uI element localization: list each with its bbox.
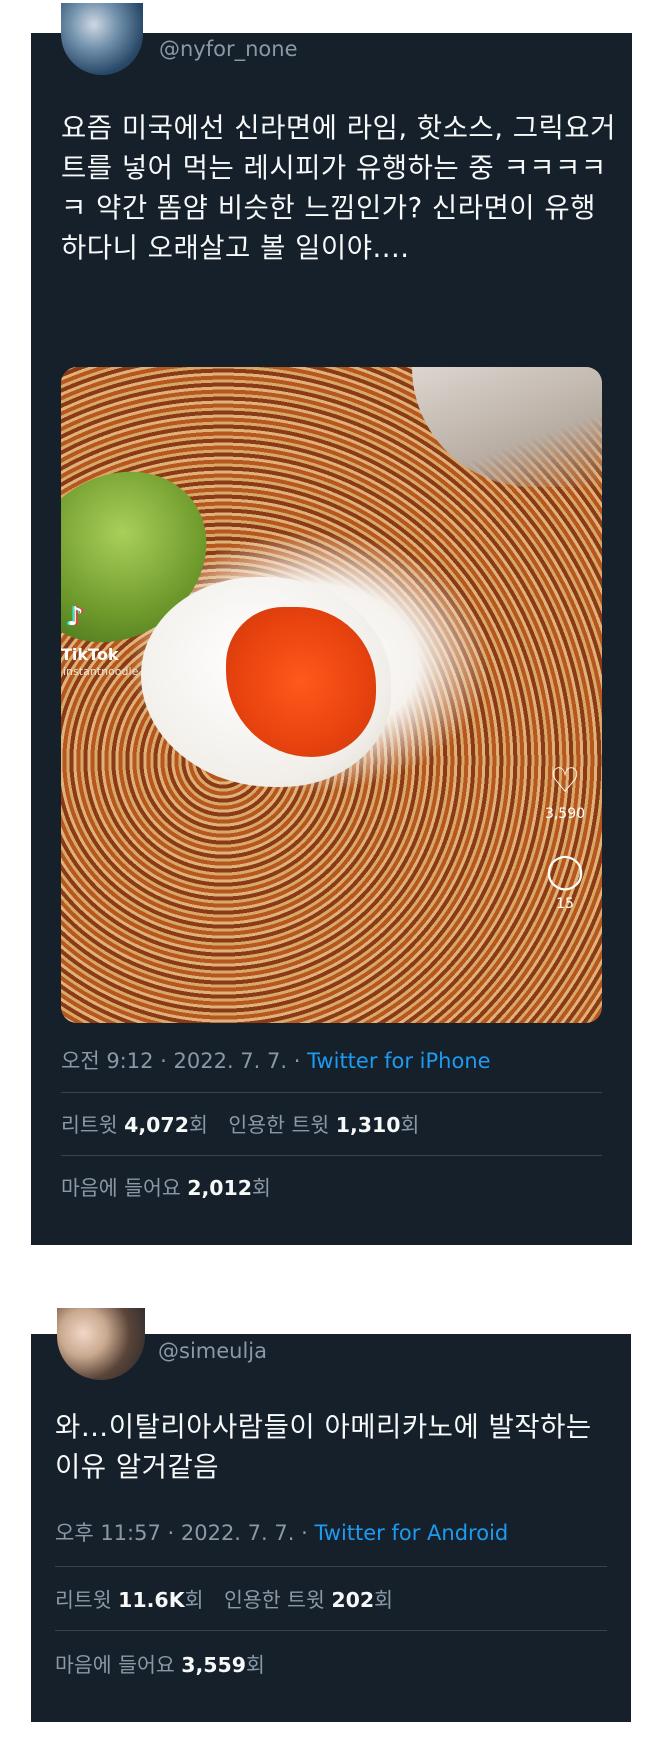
likes-suffix: 회 [246,1653,265,1677]
tweet-card-1[interactable]: @nyfor_none 요즘 미국에선 신라면에 라임, 핫소스, 그릭요거트를… [31,3,632,1245]
likes-stat[interactable]: 마음에 들어요 2,012회 [61,1171,271,1201]
video-like-button[interactable]: ♡ 3,590 [542,762,588,822]
tiktok-watermark: TikTok [61,645,119,664]
likes-label: 마음에 들어요 [61,1176,188,1200]
tiktok-logo-icon: ♪ [67,602,84,632]
retweet-count: 11.6K [118,1588,185,1612]
tweet-timestamp[interactable]: 오전 9:12 · 2022. 7. 7. · [61,1049,307,1073]
tweet-meta: 오후 11:57 · 2022. 7. 7. · Twitter for And… [55,1517,508,1547]
tweet-card-2[interactable]: @simeulja 와…이탈리아사람들이 아메리카노에 발작하는 이유 알거같음… [31,1308,631,1722]
likes-suffix: 회 [252,1176,271,1200]
tiktok-username: instantnoodle [63,665,139,678]
quote-suffix: 회 [400,1113,420,1137]
likes-label: 마음에 들어요 [55,1653,182,1677]
quote-label: 인용한 트윗 [223,1588,332,1612]
tweet-text: 와…이탈리아사람들이 아메리카노에 발작하는 이유 알거같음 [55,1411,601,1483]
retweet-stats-row: 리트윗 11.6K회 인용한 트윗 202회 [55,1583,393,1613]
video-comment-button[interactable]: ◯ 15 [542,852,588,912]
tweet-source-link[interactable]: Twitter for Android [314,1521,508,1545]
likes-stat[interactable]: 마음에 들어요 3,559회 [55,1648,265,1678]
quote-tweet-stat[interactable]: 인용한 트윗 202회 [224,1588,393,1612]
retweet-stats-row: 리트윗 4,072회 인용한 트윗 1,310회 [61,1108,419,1138]
divider [61,1092,602,1093]
likes-count: 3,559 [181,1653,247,1677]
tweet-timestamp[interactable]: 오후 11:57 · 2022. 7. 7. · [55,1521,314,1545]
quote-tweet-stat[interactable]: 인용한 트윗 1,310회 [228,1113,419,1137]
divider [55,1630,607,1631]
avatar[interactable] [61,3,143,75]
heart-icon: ♡ [549,761,581,801]
quote-suffix: 회 [374,1588,393,1612]
retweet-stat[interactable]: 리트윗 11.6K회 [55,1588,203,1612]
retweet-label: 리트윗 [61,1113,125,1137]
quote-label: 인용한 트윗 [228,1113,336,1137]
divider [61,1155,602,1156]
tweet-meta: 오전 9:12 · 2022. 7. 7. · Twitter for iPho… [61,1045,491,1075]
avatar[interactable] [57,1308,145,1380]
tweet-text: 요즘 미국에선 신라면에 라임, 핫소스, 그릭요거트를 넣어 먹는 레시피가 … [61,112,616,264]
retweet-label: 리트윗 [55,1588,119,1612]
retweet-suffix: 회 [188,1113,208,1137]
comment-icon: ◯ [545,851,585,891]
tweet-source-link[interactable]: Twitter for iPhone [307,1049,491,1073]
retweet-suffix: 회 [184,1588,204,1612]
tweet-media-video[interactable]: ♪ TikTok instantnoodle ♡ 3,590 ◯ 15 [61,367,602,1023]
likes-count: 2,012 [187,1176,253,1200]
quote-count: 1,310 [335,1113,401,1137]
pot-rim [412,367,602,487]
retweet-stat[interactable]: 리트윗 4,072회 [61,1113,208,1137]
divider [55,1566,607,1567]
user-handle[interactable]: @nyfor_none [159,37,298,61]
user-handle[interactable]: @simeulja [158,1339,267,1363]
retweet-count: 4,072 [124,1113,189,1137]
video-like-count: 3,590 [544,806,586,822]
quote-count: 202 [331,1588,375,1612]
video-comment-count: 15 [556,896,574,912]
